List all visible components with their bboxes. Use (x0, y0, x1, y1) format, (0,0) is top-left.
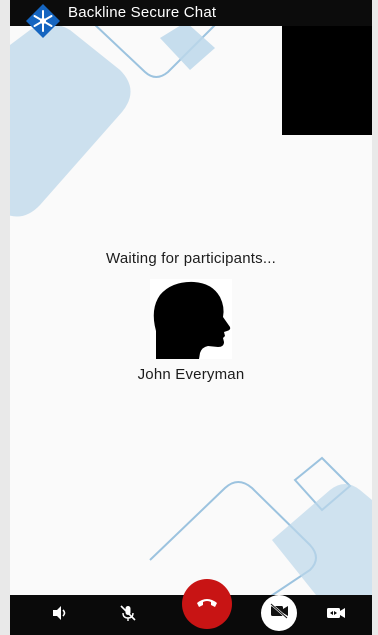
video-toggle-button[interactable] (261, 595, 297, 631)
app-title: Backline Secure Chat (68, 4, 217, 21)
video-off-icon (269, 602, 289, 624)
switch-camera-icon (326, 605, 346, 626)
mic-off-icon (119, 604, 137, 627)
speaker-button[interactable] (40, 595, 80, 635)
app-logo-icon (24, 2, 62, 40)
video-call-screen: Backline Secure Chat Waiting for partici… (0, 0, 378, 635)
profile-silhouette-icon (150, 279, 232, 359)
mute-button[interactable] (108, 595, 148, 635)
call-status-panel: Waiting for participants... John Everyma… (10, 250, 372, 383)
self-video-preview[interactable] (282, 26, 372, 135)
speaker-icon (51, 604, 69, 627)
title-bar: Backline Secure Chat (10, 0, 372, 38)
waiting-status-text: Waiting for participants... (106, 250, 276, 267)
end-call-button[interactable] (182, 579, 232, 629)
phone-hangup-icon (195, 595, 219, 614)
participant-name: John Everyman (137, 366, 245, 383)
switch-camera-button[interactable] (316, 595, 356, 635)
